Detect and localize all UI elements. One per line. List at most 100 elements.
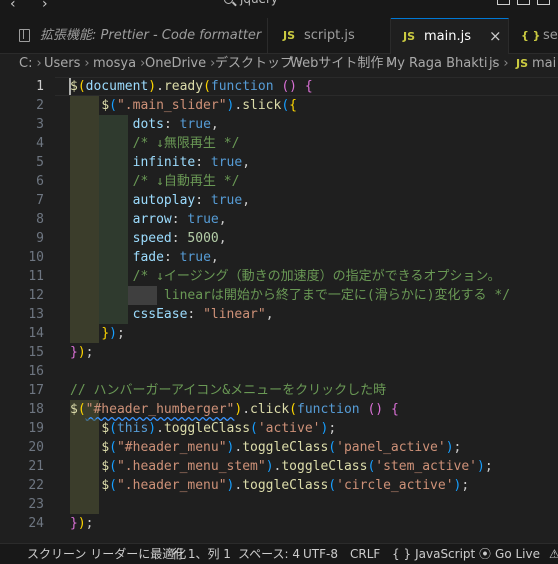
code-token: : [195, 193, 211, 208]
code-token: this [116, 421, 149, 436]
code-token: "linear" [203, 307, 266, 322]
breadcrumb-item[interactable]: mosya › [93, 53, 149, 75]
code-line[interactable]: 18 $("#header_humberger").click(function … [0, 400, 558, 419]
code-token: ( [109, 421, 117, 436]
tab-main-js[interactable]: JS main.js × [391, 18, 509, 54]
indentation-status[interactable]: スペース: 4 [238, 544, 300, 564]
code-token: . [156, 421, 164, 436]
code-token: toggleClass [163, 421, 251, 436]
code-line[interactable]: 12 linearは開始から終了まで一定に(滑らかに)変化する */ [0, 286, 558, 305]
code-line[interactable]: 9 speed: 5000, [0, 229, 558, 248]
back-arrow-icon[interactable]: ‹ [10, 0, 16, 12]
code-line[interactable]: 3 dots: true, [0, 115, 558, 134]
code-text: $("#header_menu").toggleClass('panel_act… [70, 438, 461, 457]
warning-icon[interactable]: ⚠ [549, 544, 558, 564]
code-token: function [210, 79, 274, 94]
breadcrumb-item[interactable]: Users › [44, 53, 94, 75]
breadcrumb-item[interactable]: Webサイト制作 › [290, 53, 397, 75]
screen-reader-status[interactable]: スクリーン リーダーに最適化 [27, 544, 186, 564]
code-line[interactable]: 7 autoplay: true, [0, 191, 558, 210]
code-line[interactable]: 13 cssEase: "linear", [0, 305, 558, 324]
code-token: : [187, 307, 204, 322]
code-editor[interactable]: 1 $(document).ready(function () {2 $(".ma… [0, 75, 558, 543]
breadcrumb-item[interactable]: C: › [19, 53, 46, 75]
language-mode[interactable]: { } JavaScript [392, 544, 475, 564]
code-line[interactable]: 8 arrow: true, [0, 210, 558, 229]
eol-status[interactable]: CRLF [350, 544, 380, 564]
close-icon[interactable]: × [489, 19, 502, 54]
code-line[interactable]: 15}); [0, 343, 558, 362]
tab-prettier-extension[interactable]: 拡張機能: Prettier - Code formatter [0, 18, 268, 53]
breadcrumb-item[interactable]: OneDrive › [145, 53, 219, 75]
layout-toggle-icon[interactable] [497, 0, 510, 5]
code-token: ( [109, 98, 117, 113]
code-text: /* ↓無限再生 */ [70, 134, 240, 153]
code-line[interactable]: 22 $(".header_menu").toggleClass('circle… [0, 476, 558, 495]
breadcrumb-item[interactable]: My Raga Bhakti › [386, 53, 501, 75]
layout-panel-icon[interactable] [517, 0, 530, 5]
code-line[interactable]: 20 $("#header_menu").toggleClass('panel_… [0, 438, 558, 457]
tab-script-js[interactable]: JS script.js [268, 18, 391, 53]
code-token: /* ↓イージング（動きの加速度）の指定ができるオプション。 [132, 269, 501, 284]
code-token: 'panel_active' [336, 440, 446, 455]
code-line[interactable]: 4 /* ↓無限再生 */ [0, 134, 558, 153]
tab-settings-json[interactable]: { } set [509, 18, 558, 53]
layout-sidebar-icon[interactable] [537, 0, 550, 5]
code-line[interactable]: 6 /* ↓自動再生 */ [0, 172, 558, 191]
code-line[interactable]: 24}); [0, 514, 558, 533]
code-line[interactable]: 5 infinite: true, [0, 153, 558, 172]
code-token: arrow [132, 212, 172, 227]
code-line[interactable]: 10 fade: true, [0, 248, 558, 267]
code-line[interactable]: 11 /* ↓イージング（動きの加速度）の指定ができるオプション。 [0, 267, 558, 286]
code-token: ready [163, 79, 204, 94]
cursor-position[interactable]: 行 1、列 1 [172, 544, 231, 564]
code-token: 5000 [187, 231, 219, 246]
line-number: 23 [28, 497, 44, 512]
forward-arrow-icon[interactable]: › [42, 0, 48, 12]
encoding-status[interactable]: UTF-8 [303, 544, 338, 564]
code-token: ( [328, 478, 337, 493]
breadcrumb-item[interactable]: js › [489, 53, 513, 75]
code-token: , [218, 231, 227, 246]
code-token: ( [109, 440, 117, 455]
code-token: ".header_menu" [116, 478, 227, 493]
code-line[interactable]: 19 $(this).toggleClass('active'); [0, 419, 558, 438]
line-number: 8 [36, 212, 44, 227]
code-token: toggleClass [242, 478, 329, 493]
code-token: ( [328, 440, 337, 455]
code-line[interactable]: 23 [0, 495, 558, 514]
code-text: /* ↓イージング（動きの加速度）の指定ができるオプション。 [70, 267, 501, 286]
editor-tabs: 拡張機能: Prettier - Code formatter JS scrip… [0, 18, 558, 54]
code-line[interactable]: 21 $(".header_menu_stem").toggleClass('s… [0, 457, 558, 476]
code-token: true [210, 155, 243, 170]
code-line[interactable]: 17 // ハンバーガーアイコン&メニューをクリックした時 [0, 381, 558, 400]
go-live-button[interactable]: ⦿ Go Live [479, 544, 540, 564]
line-number: 7 [36, 193, 44, 208]
code-line[interactable]: 1 $(document).ready(function () { [0, 77, 558, 96]
code-token: ) [445, 440, 454, 455]
code-line[interactable]: 14 }); [0, 324, 558, 343]
code-text: autoplay: true, [70, 191, 250, 210]
code-token: true [179, 250, 211, 265]
breadcrumb-item[interactable]: JS mai [516, 53, 556, 75]
code-line[interactable]: 2 $(".main_slider").slick({ [0, 96, 558, 115]
code-token: /* ↓無限再生 */ [132, 136, 240, 151]
status-bar: スクリーン リーダーに最適化 行 1、列 1 スペース: 4 UTF-8 CRL… [0, 543, 558, 564]
code-token: speed [132, 231, 172, 246]
code-token: ( [289, 402, 297, 417]
code-token: ( [77, 402, 86, 417]
code-token: { [390, 402, 399, 417]
code-line[interactable]: 16 [0, 362, 558, 381]
command-center-search[interactable]: jquery [224, 0, 344, 10]
code-token: : [163, 117, 180, 132]
braces-icon: { } [392, 547, 412, 561]
code-token: $ [101, 478, 110, 493]
